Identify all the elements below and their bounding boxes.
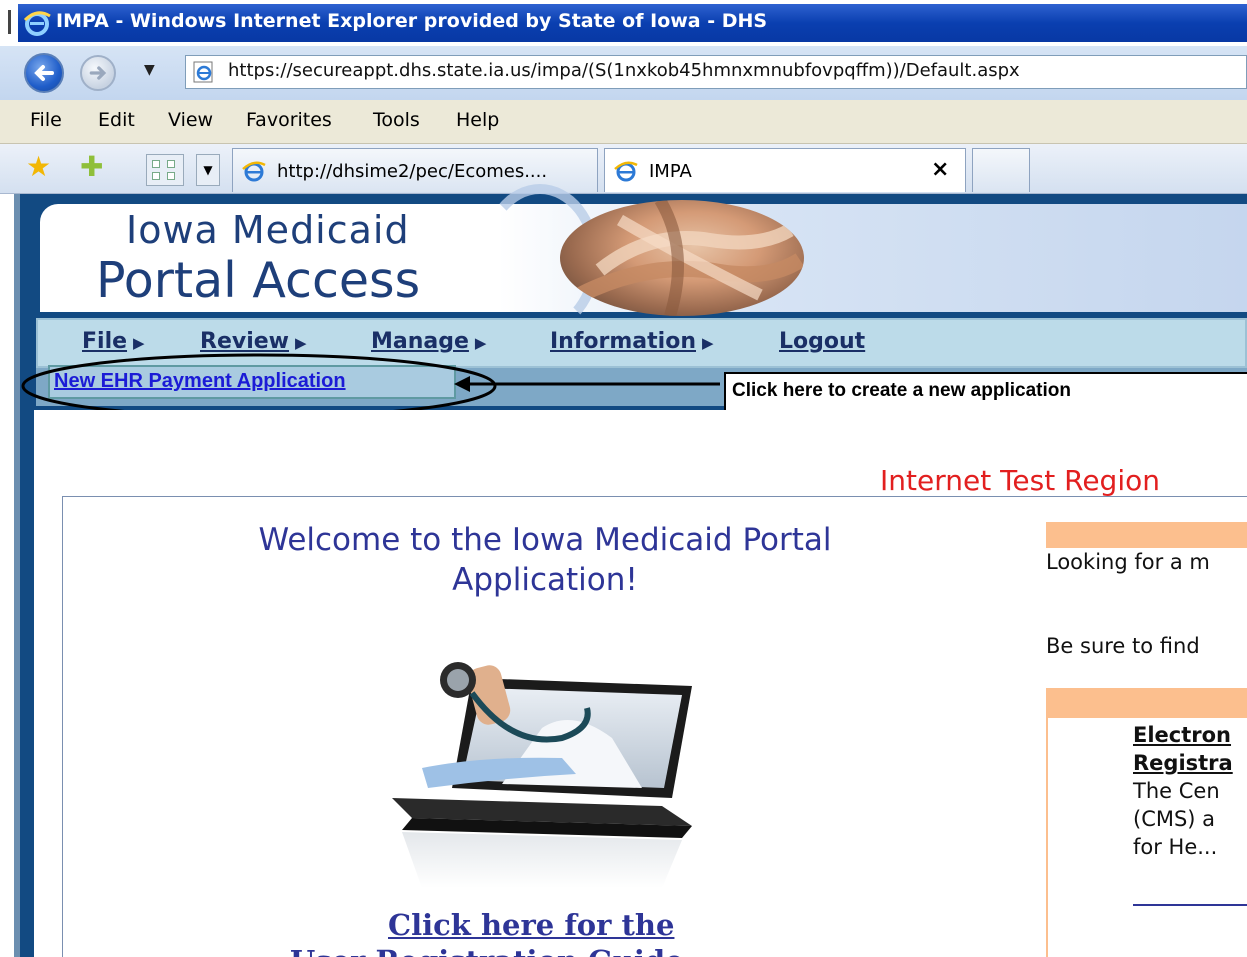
right-panel-header [1046,522,1247,548]
tab-impa[interactable]: IMPA × [604,148,966,192]
welcome-heading: Welcome to the Iowa Medicaid Portal Appl… [258,522,832,598]
back-arrow-icon [34,65,54,81]
news-body: The Cen (CMS) a for He... [1133,779,1220,859]
annotation-callout: Click here to create a new application [724,372,1247,412]
window-grip [8,10,11,34]
forward-arrow-icon [89,66,107,80]
window-titlebar: IMPA - Windows Internet Explorer provide… [0,0,1247,46]
site-banner: Iowa Medicaid Portal Access [40,184,1247,334]
site-logo-line2: Portal Access [96,252,421,309]
submenu-arrow-icon: ▶ [295,334,307,352]
tab-bar: ★ ✚ ▼ http://dhsime2/pec/Ecomes.... IMPA… [0,144,1247,194]
menu-tools[interactable]: Tools [373,109,420,131]
window-title: IMPA - Windows Internet Explorer provide… [56,10,768,32]
nav-review[interactable]: Review ▶ [200,329,307,354]
submenu-arrow-icon: ▶ [133,334,145,352]
user-guide-link-line2[interactable]: User Registration Guide [290,944,684,957]
nav-file[interactable]: File ▶ [82,329,145,354]
right-panel-text-1: Looking for a m [1046,550,1210,574]
callout-text: Click here to create a new application [732,380,1071,401]
ie-logo-icon [23,11,51,36]
address-row: ▼ https://secureappt.dhs.state.ia.us/imp… [0,46,1247,100]
tab-list-dropdown-icon[interactable]: ▼ [196,154,220,186]
nav-manage[interactable]: Manage ▶ [371,329,486,354]
menu-favorites[interactable]: Favorites [246,109,332,131]
nav-information[interactable]: Information ▶ [550,329,714,354]
new-tab-button[interactable] [972,148,1030,192]
site-logo-line1: Iowa Medicaid [126,208,410,252]
news-header-bar [1046,688,1247,716]
tab-label: IMPA [649,161,692,182]
page-icon [193,61,213,83]
submenu-arrow-icon: ▶ [474,334,487,352]
menu-file[interactable]: File [30,109,62,131]
region-label: Internet Test Region [880,464,1160,497]
ie-tab-icon [614,161,638,182]
submenu-arrow-icon: ▶ [702,334,714,352]
ie-tab-icon [242,161,266,182]
hands-image [560,200,804,316]
favorites-star-icon[interactable]: ★ [26,150,51,183]
quick-tabs-icon[interactable] [146,154,184,186]
history-dropdown-icon[interactable]: ▼ [144,62,155,78]
news-divider [1133,904,1247,906]
menu-bar: File Edit View Favorites Tools Help [0,100,1247,144]
new-ehr-application-item[interactable]: New EHR Payment Application [48,365,456,399]
user-guide-link[interactable]: Click here for the [388,908,674,942]
tab-label: http://dhsime2/pec/Ecomes.... [277,161,548,182]
news-title-link[interactable]: Electron Registra [1133,721,1233,777]
menu-view[interactable]: View [168,109,213,131]
close-tab-icon[interactable]: × [931,157,949,182]
forward-button[interactable] [80,55,116,91]
main-nav: File ▶ Review ▶ Manage ▶ Information ▶ Logou… [36,318,1247,368]
menu-edit[interactable]: Edit [98,109,135,131]
address-url: https://secureappt.dhs.state.ia.us/impa/… [228,60,1020,81]
right-panel-text-2: Be sure to find [1046,634,1200,658]
nav-logout[interactable]: Logout [779,329,865,354]
address-field[interactable]: https://secureappt.dhs.state.ia.us/impa/… [185,55,1247,89]
menu-help[interactable]: Help [456,109,499,131]
back-button[interactable] [24,53,64,93]
doctor-laptop-image[interactable] [362,638,726,888]
page-left-gutter [14,194,20,957]
add-favorites-icon[interactable]: ✚ [80,150,103,183]
new-ehr-application-link[interactable]: New EHR Payment Application [54,370,346,393]
